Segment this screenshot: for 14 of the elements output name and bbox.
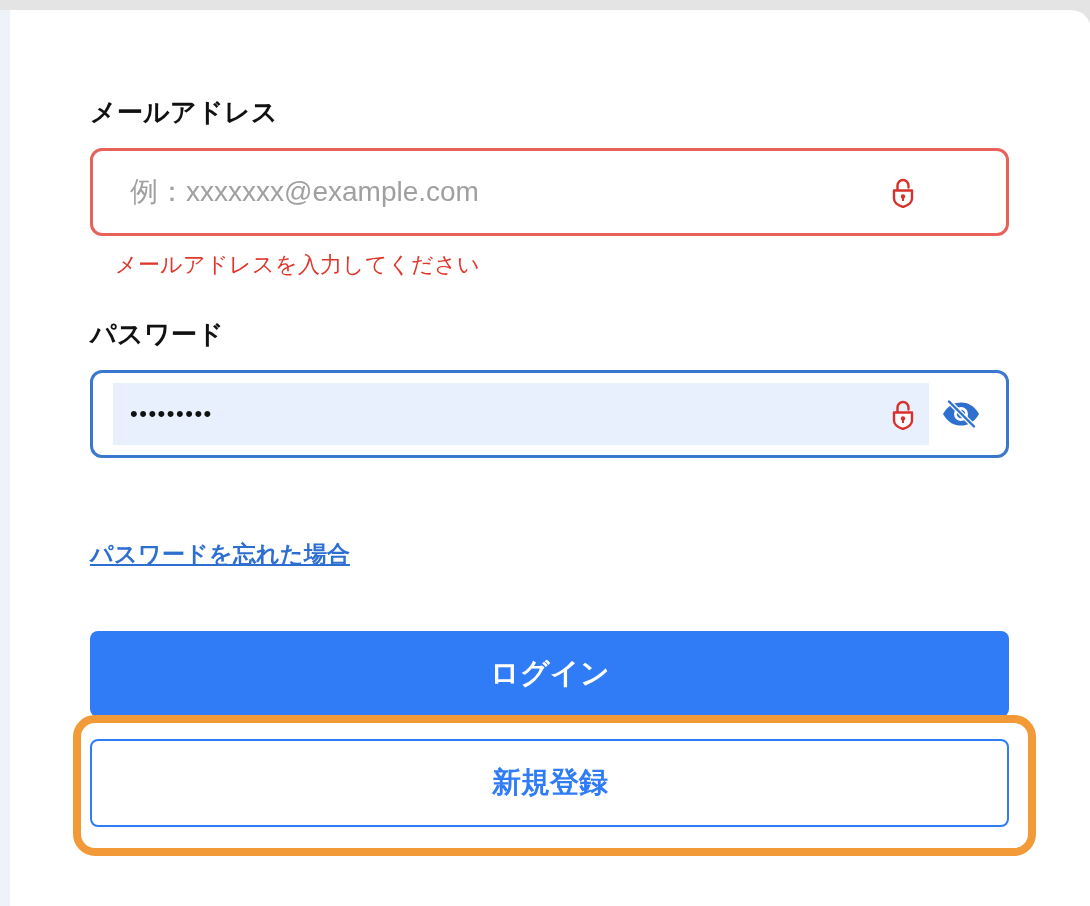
eye-slash-icon[interactable]: [942, 399, 980, 429]
forgot-password-link[interactable]: パスワードを忘れた場合: [90, 538, 350, 570]
field-label: パスワード: [90, 318, 224, 350]
password-field[interactable]: •••••••••: [90, 370, 1009, 458]
email-input[interactable]: 例：xxxxxxx@example.com: [130, 172, 892, 212]
error-message: メールアドレスを入力してください: [114, 251, 480, 279]
email-field[interactable]: 例：xxxxxxx@example.com: [90, 148, 1009, 236]
password-input[interactable]: •••••••••: [130, 394, 892, 434]
register-button[interactable]: 新規登録: [90, 739, 1009, 827]
padlock-icon: [892, 398, 914, 430]
login-button[interactable]: ログイン: [90, 631, 1009, 717]
autofilled-input-area[interactable]: •••••••••: [113, 383, 929, 445]
padlock-icon: [892, 176, 914, 208]
field-label: メールアドレス: [90, 96, 278, 128]
